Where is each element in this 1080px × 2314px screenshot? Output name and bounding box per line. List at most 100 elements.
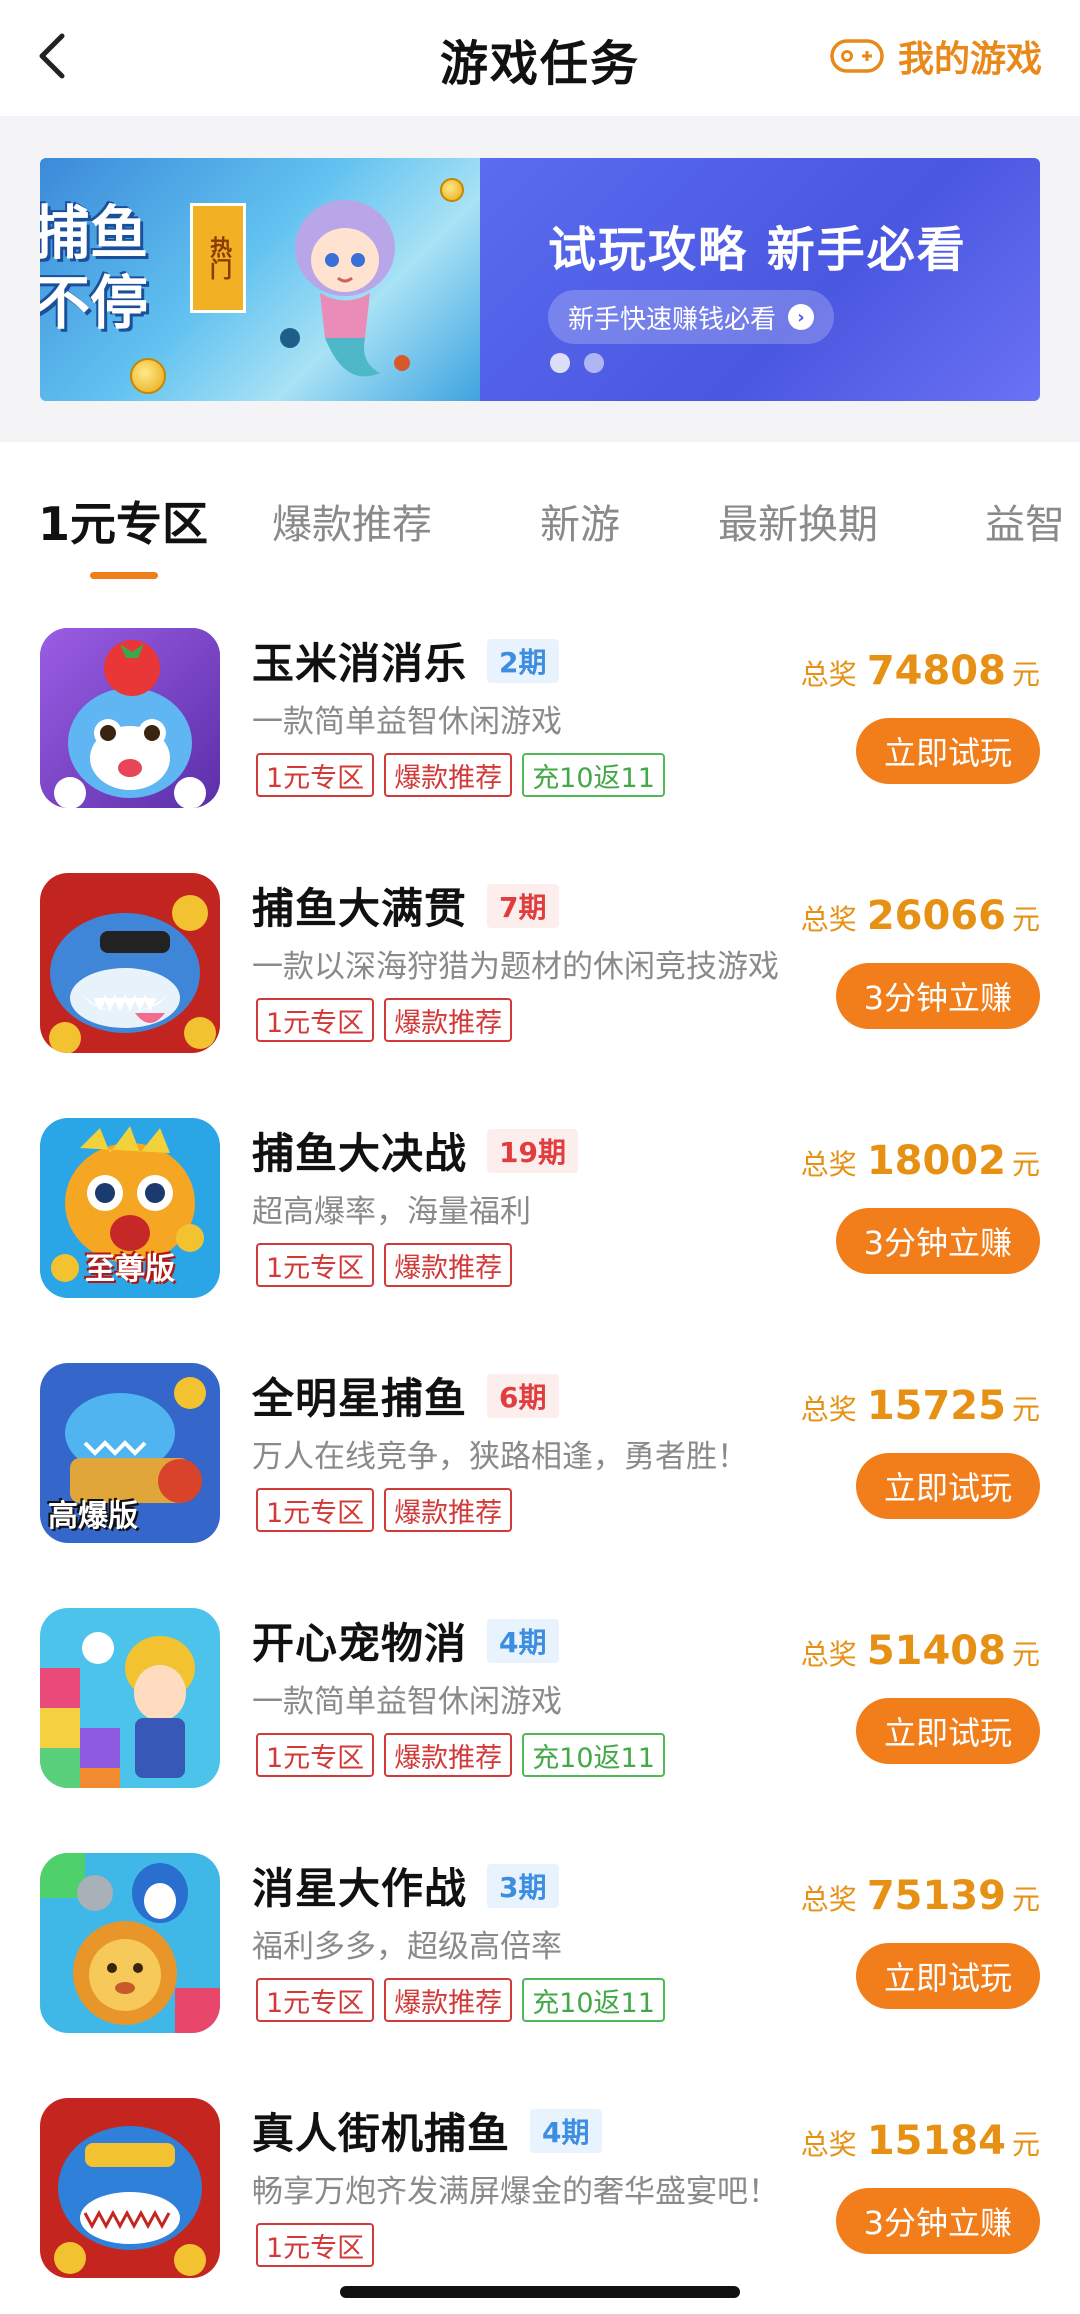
prize-unit: 元 [1011, 1883, 1040, 1916]
total-prize: 总奖 15184 元 [801, 2118, 1040, 2164]
game-title-line: 捕鱼大决战 19期 [252, 1120, 578, 1181]
tag-hot-pick: 爆款推荐 [384, 753, 513, 797]
tab-new-games[interactable]: 新游 [540, 492, 620, 550]
total-prize: 总奖 26066 元 [801, 893, 1040, 939]
period-badge: 4期 [487, 1618, 559, 1663]
game-icon[interactable] [40, 1608, 220, 1788]
prize-unit: 元 [1011, 1148, 1040, 1181]
tag-list: 1元专区 爆款推荐 充10返11 [256, 1733, 665, 1777]
list-item[interactable]: 消星大作战 3期 福利多多，超级高倍率 1元专区 爆款推荐 充10返11 总奖 … [0, 1833, 1080, 2078]
prize-amount: 18002 [866, 1138, 1006, 1184]
game-icon[interactable] [40, 628, 220, 808]
earn-in-3-min-button[interactable]: 3分钟立赚 [835, 2188, 1040, 2254]
tab-1yuan-zone[interactable]: 1元专区 [38, 488, 208, 554]
tag-cashback: 充10返11 [522, 753, 665, 797]
game-icon[interactable] [40, 873, 220, 1053]
gamepad-icon [830, 39, 884, 73]
game-description: 超高爆率，海量福利 [252, 1194, 531, 1230]
tag-list: 1元专区 爆款推荐 充10返11 [256, 1978, 665, 2022]
carousel-dot[interactable] [550, 353, 570, 373]
game-icon[interactable] [40, 2098, 220, 2278]
tag-cashback: 充10返11 [522, 1733, 665, 1777]
game-name: 全明星捕鱼 [252, 1374, 468, 1423]
category-tabs: 1元专区 爆款推荐 新游 最新换期 益智 [0, 442, 1080, 592]
total-prize: 总奖 15725 元 [801, 1383, 1040, 1429]
period-badge: 7期 [487, 883, 559, 928]
game-title-line: 捕鱼大满贯 7期 [252, 875, 559, 936]
promo-banner[interactable]: 捕鱼 不停 热门 试玩攻略 新手必看 新手快速赚钱必看 › [40, 158, 1040, 401]
list-item[interactable]: 捕鱼大满贯 7期 一款以深海狩猎为题材的休闲竞技游戏 1元专区 爆款推荐 总奖 … [0, 853, 1080, 1098]
game-name: 玉米消消乐 [252, 639, 468, 688]
prize-unit: 元 [1011, 1393, 1040, 1426]
tag-hot-pick: 爆款推荐 [384, 1488, 513, 1532]
earn-in-3-min-button[interactable]: 3分钟立赚 [835, 963, 1040, 1029]
tag-1yuan-zone: 1元专区 [256, 1243, 375, 1287]
coin-icon [440, 178, 464, 202]
game-icon[interactable]: 高爆版 [40, 1363, 220, 1543]
list-item[interactable]: 开心宠物消 4期 一款简单益智休闲游戏 1元专区 爆款推荐 充10返11 总奖 … [0, 1588, 1080, 1833]
my-games-button[interactable]: 我的游戏 [830, 30, 1042, 82]
mermaid-illustration [280, 200, 410, 377]
tag-1yuan-zone: 1元专区 [256, 1733, 375, 1777]
tag-list: 1元专区 爆款推荐 [256, 1243, 513, 1287]
game-description: 福利多多，超级高倍率 [252, 1929, 562, 1965]
period-badge: 4期 [530, 2108, 602, 2153]
prize-label: 总奖 [800, 2128, 857, 2161]
try-now-button[interactable]: 立即试玩 [855, 1943, 1040, 2009]
period-badge: 6期 [487, 1373, 559, 1418]
game-description: 一款简单益智休闲游戏 [252, 704, 562, 740]
list-item[interactable]: 高爆版 全明星捕鱼 6期 万人在线竞争，狭路相逢，勇者胜！ 1元专区 爆款推荐 … [0, 1343, 1080, 1588]
tag-1yuan-zone: 1元专区 [256, 1488, 375, 1532]
tag-list: 1元专区 爆款推荐 充10返11 [256, 753, 665, 797]
earn-in-3-min-button[interactable]: 3分钟立赚 [835, 1208, 1040, 1274]
tag-hot-pick: 爆款推荐 [384, 998, 513, 1042]
period-badge: 3期 [487, 1863, 559, 1908]
tag-hot-pick: 爆款推荐 [384, 1978, 513, 2022]
prize-label: 总奖 [800, 1883, 857, 1916]
prize-label: 总奖 [800, 1393, 857, 1426]
tab-latest-period[interactable]: 最新换期 [718, 492, 878, 550]
prize-amount: 75139 [866, 1873, 1006, 1919]
game-name: 消星大作战 [252, 1864, 468, 1913]
list-item[interactable]: 玉米消消乐 2期 一款简单益智休闲游戏 1元专区 爆款推荐 充10返11 总奖 … [0, 608, 1080, 853]
prize-label: 总奖 [800, 903, 857, 936]
prize-amount: 51408 [866, 1628, 1006, 1674]
tag-1yuan-zone: 1元专区 [256, 998, 375, 1042]
game-title-line: 开心宠物消 4期 [252, 1610, 559, 1671]
prize-amount: 26066 [866, 893, 1006, 939]
try-now-button[interactable]: 立即试玩 [855, 718, 1040, 784]
banner-game-title: 捕鱼 不停 [40, 199, 149, 337]
try-now-button[interactable]: 立即试玩 [855, 1698, 1040, 1764]
tag-hot-pick: 爆款推荐 [384, 1243, 513, 1287]
banner-guide-link[interactable]: 新手快速赚钱必看 › [548, 290, 835, 344]
prize-label: 总奖 [800, 658, 857, 691]
tab-puzzle[interactable]: 益智 [985, 492, 1065, 550]
game-name: 捕鱼大满贯 [252, 884, 468, 933]
game-icon[interactable]: 至尊版 [40, 1118, 220, 1298]
tag-cashback: 充10返11 [522, 1978, 665, 2022]
try-now-button[interactable]: 立即试玩 [855, 1453, 1040, 1519]
game-title-line: 玉米消消乐 2期 [252, 630, 559, 691]
tab-hot-picks[interactable]: 爆款推荐 [272, 492, 432, 550]
banner-headline: 试玩攻略 新手必看 [548, 222, 967, 278]
carousel-dot[interactable] [584, 353, 604, 373]
prize-unit: 元 [1011, 1638, 1040, 1671]
prize-label: 总奖 [800, 1638, 857, 1671]
total-prize: 总奖 51408 元 [801, 1628, 1040, 1674]
list-item[interactable]: 至尊版 捕鱼大决战 19期 超高爆率，海量福利 1元专区 爆款推荐 总奖 180… [0, 1098, 1080, 1343]
prize-unit: 元 [1011, 2128, 1040, 2161]
home-indicator[interactable] [340, 2286, 740, 2298]
active-tab-indicator [90, 572, 158, 579]
tag-hot-pick: 爆款推荐 [384, 1733, 513, 1777]
prize-amount: 74808 [866, 648, 1006, 694]
coin-icon [130, 358, 166, 394]
total-prize: 总奖 75139 元 [801, 1873, 1040, 1919]
period-badge: 2期 [487, 638, 559, 683]
game-icon[interactable] [40, 1853, 220, 2033]
prize-label: 总奖 [800, 1148, 857, 1181]
tag-list: 1元专区 [256, 2223, 375, 2267]
game-title-line: 全明星捕鱼 6期 [252, 1365, 559, 1426]
my-games-label: 我的游戏 [897, 39, 1042, 80]
list-item[interactable]: 真人街机捕鱼 4期 畅享万炮齐发满屏爆金的奢华盛宴吧！ 1元专区 总奖 1518… [0, 2078, 1080, 2314]
tag-1yuan-zone: 1元专区 [256, 753, 375, 797]
